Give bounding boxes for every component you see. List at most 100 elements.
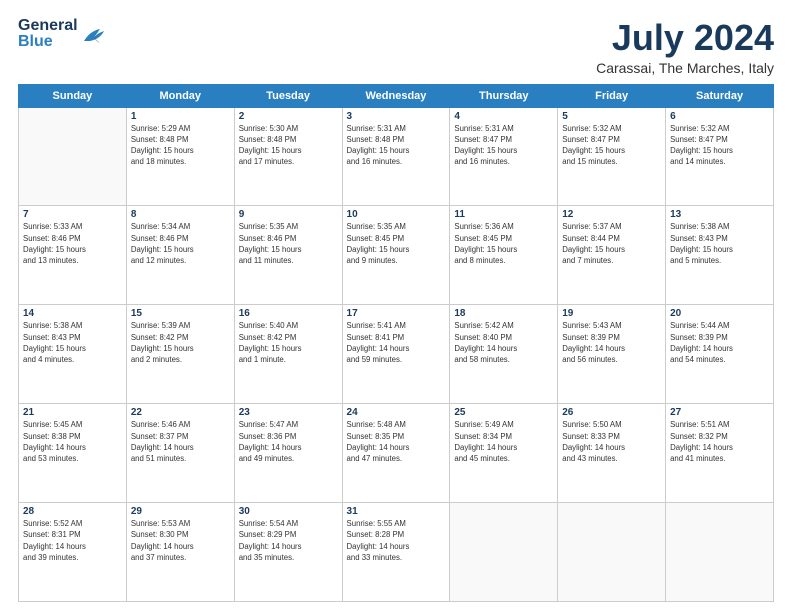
col-sunday: Sunday: [19, 84, 127, 107]
day-number: 10: [347, 209, 446, 220]
day-number: 27: [670, 407, 769, 418]
table-row: 2Sunrise: 5:30 AM Sunset: 8:48 PM Daylig…: [234, 107, 342, 206]
day-info: Sunrise: 5:33 AM Sunset: 8:46 PM Dayligh…: [23, 221, 122, 266]
day-number: 16: [239, 308, 338, 319]
table-row: [450, 503, 558, 602]
table-row: 14Sunrise: 5:38 AM Sunset: 8:43 PM Dayli…: [19, 305, 127, 404]
logo: General Blue: [18, 18, 108, 50]
day-info: Sunrise: 5:39 AM Sunset: 8:42 PM Dayligh…: [131, 320, 230, 365]
calendar-week-row: 1Sunrise: 5:29 AM Sunset: 8:48 PM Daylig…: [19, 107, 774, 206]
day-number: 7: [23, 209, 122, 220]
table-row: 23Sunrise: 5:47 AM Sunset: 8:36 PM Dayli…: [234, 404, 342, 503]
col-friday: Friday: [558, 84, 666, 107]
day-number: 14: [23, 308, 122, 319]
calendar-header-row: Sunday Monday Tuesday Wednesday Thursday…: [19, 84, 774, 107]
day-info: Sunrise: 5:45 AM Sunset: 8:38 PM Dayligh…: [23, 419, 122, 464]
table-row: 29Sunrise: 5:53 AM Sunset: 8:30 PM Dayli…: [126, 503, 234, 602]
day-number: 19: [562, 308, 661, 319]
day-number: 1: [131, 111, 230, 122]
title-block: July 2024 Carassai, The Marches, Italy: [596, 18, 774, 76]
table-row: [666, 503, 774, 602]
table-row: 16Sunrise: 5:40 AM Sunset: 8:42 PM Dayli…: [234, 305, 342, 404]
day-info: Sunrise: 5:48 AM Sunset: 8:35 PM Dayligh…: [347, 419, 446, 464]
day-info: Sunrise: 5:47 AM Sunset: 8:36 PM Dayligh…: [239, 419, 338, 464]
table-row: 24Sunrise: 5:48 AM Sunset: 8:35 PM Dayli…: [342, 404, 450, 503]
col-thursday: Thursday: [450, 84, 558, 107]
col-saturday: Saturday: [666, 84, 774, 107]
table-row: 28Sunrise: 5:52 AM Sunset: 8:31 PM Dayli…: [19, 503, 127, 602]
day-number: 22: [131, 407, 230, 418]
day-number: 29: [131, 506, 230, 517]
day-number: 23: [239, 407, 338, 418]
calendar-table: Sunday Monday Tuesday Wednesday Thursday…: [18, 84, 774, 602]
day-number: 6: [670, 111, 769, 122]
day-info: Sunrise: 5:34 AM Sunset: 8:46 PM Dayligh…: [131, 221, 230, 266]
day-info: Sunrise: 5:35 AM Sunset: 8:46 PM Dayligh…: [239, 221, 338, 266]
day-info: Sunrise: 5:36 AM Sunset: 8:45 PM Dayligh…: [454, 221, 553, 266]
table-row: [558, 503, 666, 602]
table-row: 7Sunrise: 5:33 AM Sunset: 8:46 PM Daylig…: [19, 206, 127, 305]
day-info: Sunrise: 5:40 AM Sunset: 8:42 PM Dayligh…: [239, 320, 338, 365]
day-info: Sunrise: 5:32 AM Sunset: 8:47 PM Dayligh…: [670, 123, 769, 168]
day-number: 20: [670, 308, 769, 319]
table-row: 12Sunrise: 5:37 AM Sunset: 8:44 PM Dayli…: [558, 206, 666, 305]
day-info: Sunrise: 5:37 AM Sunset: 8:44 PM Dayligh…: [562, 221, 661, 266]
col-tuesday: Tuesday: [234, 84, 342, 107]
table-row: 18Sunrise: 5:42 AM Sunset: 8:40 PM Dayli…: [450, 305, 558, 404]
table-row: 10Sunrise: 5:35 AM Sunset: 8:45 PM Dayli…: [342, 206, 450, 305]
table-row: 13Sunrise: 5:38 AM Sunset: 8:43 PM Dayli…: [666, 206, 774, 305]
day-info: Sunrise: 5:53 AM Sunset: 8:30 PM Dayligh…: [131, 518, 230, 563]
day-info: Sunrise: 5:31 AM Sunset: 8:48 PM Dayligh…: [347, 123, 446, 168]
day-info: Sunrise: 5:50 AM Sunset: 8:33 PM Dayligh…: [562, 419, 661, 464]
table-row: 4Sunrise: 5:31 AM Sunset: 8:47 PM Daylig…: [450, 107, 558, 206]
day-number: 17: [347, 308, 446, 319]
table-row: 5Sunrise: 5:32 AM Sunset: 8:47 PM Daylig…: [558, 107, 666, 206]
day-number: 9: [239, 209, 338, 220]
table-row: 3Sunrise: 5:31 AM Sunset: 8:48 PM Daylig…: [342, 107, 450, 206]
day-number: 30: [239, 506, 338, 517]
day-info: Sunrise: 5:42 AM Sunset: 8:40 PM Dayligh…: [454, 320, 553, 365]
day-info: Sunrise: 5:49 AM Sunset: 8:34 PM Dayligh…: [454, 419, 553, 464]
table-row: 11Sunrise: 5:36 AM Sunset: 8:45 PM Dayli…: [450, 206, 558, 305]
day-number: 21: [23, 407, 122, 418]
table-row: 30Sunrise: 5:54 AM Sunset: 8:29 PM Dayli…: [234, 503, 342, 602]
day-info: Sunrise: 5:44 AM Sunset: 8:39 PM Dayligh…: [670, 320, 769, 365]
calendar-week-row: 14Sunrise: 5:38 AM Sunset: 8:43 PM Dayli…: [19, 305, 774, 404]
logo-blue-text: Blue: [18, 34, 78, 50]
table-row: 21Sunrise: 5:45 AM Sunset: 8:38 PM Dayli…: [19, 404, 127, 503]
day-number: 8: [131, 209, 230, 220]
day-number: 26: [562, 407, 661, 418]
day-number: 25: [454, 407, 553, 418]
day-number: 5: [562, 111, 661, 122]
calendar-week-row: 28Sunrise: 5:52 AM Sunset: 8:31 PM Dayli…: [19, 503, 774, 602]
calendar-week-row: 21Sunrise: 5:45 AM Sunset: 8:38 PM Dayli…: [19, 404, 774, 503]
day-info: Sunrise: 5:32 AM Sunset: 8:47 PM Dayligh…: [562, 123, 661, 168]
month-title: July 2024: [596, 18, 774, 58]
table-row: 20Sunrise: 5:44 AM Sunset: 8:39 PM Dayli…: [666, 305, 774, 404]
table-row: 17Sunrise: 5:41 AM Sunset: 8:41 PM Dayli…: [342, 305, 450, 404]
day-number: 28: [23, 506, 122, 517]
col-monday: Monday: [126, 84, 234, 107]
day-info: Sunrise: 5:43 AM Sunset: 8:39 PM Dayligh…: [562, 320, 661, 365]
day-info: Sunrise: 5:46 AM Sunset: 8:37 PM Dayligh…: [131, 419, 230, 464]
logo-bird-icon: [80, 23, 108, 45]
table-row: 22Sunrise: 5:46 AM Sunset: 8:37 PM Dayli…: [126, 404, 234, 503]
page: General Blue July 2024 Carassai, The Mar…: [0, 0, 792, 612]
day-info: Sunrise: 5:35 AM Sunset: 8:45 PM Dayligh…: [347, 221, 446, 266]
table-row: 26Sunrise: 5:50 AM Sunset: 8:33 PM Dayli…: [558, 404, 666, 503]
day-info: Sunrise: 5:52 AM Sunset: 8:31 PM Dayligh…: [23, 518, 122, 563]
table-row: 6Sunrise: 5:32 AM Sunset: 8:47 PM Daylig…: [666, 107, 774, 206]
day-number: 13: [670, 209, 769, 220]
day-number: 11: [454, 209, 553, 220]
day-info: Sunrise: 5:41 AM Sunset: 8:41 PM Dayligh…: [347, 320, 446, 365]
calendar-week-row: 7Sunrise: 5:33 AM Sunset: 8:46 PM Daylig…: [19, 206, 774, 305]
table-row: 25Sunrise: 5:49 AM Sunset: 8:34 PM Dayli…: [450, 404, 558, 503]
day-info: Sunrise: 5:30 AM Sunset: 8:48 PM Dayligh…: [239, 123, 338, 168]
table-row: 19Sunrise: 5:43 AM Sunset: 8:39 PM Dayli…: [558, 305, 666, 404]
day-number: 2: [239, 111, 338, 122]
day-number: 18: [454, 308, 553, 319]
day-info: Sunrise: 5:29 AM Sunset: 8:48 PM Dayligh…: [131, 123, 230, 168]
day-number: 12: [562, 209, 661, 220]
day-info: Sunrise: 5:51 AM Sunset: 8:32 PM Dayligh…: [670, 419, 769, 464]
table-row: 15Sunrise: 5:39 AM Sunset: 8:42 PM Dayli…: [126, 305, 234, 404]
